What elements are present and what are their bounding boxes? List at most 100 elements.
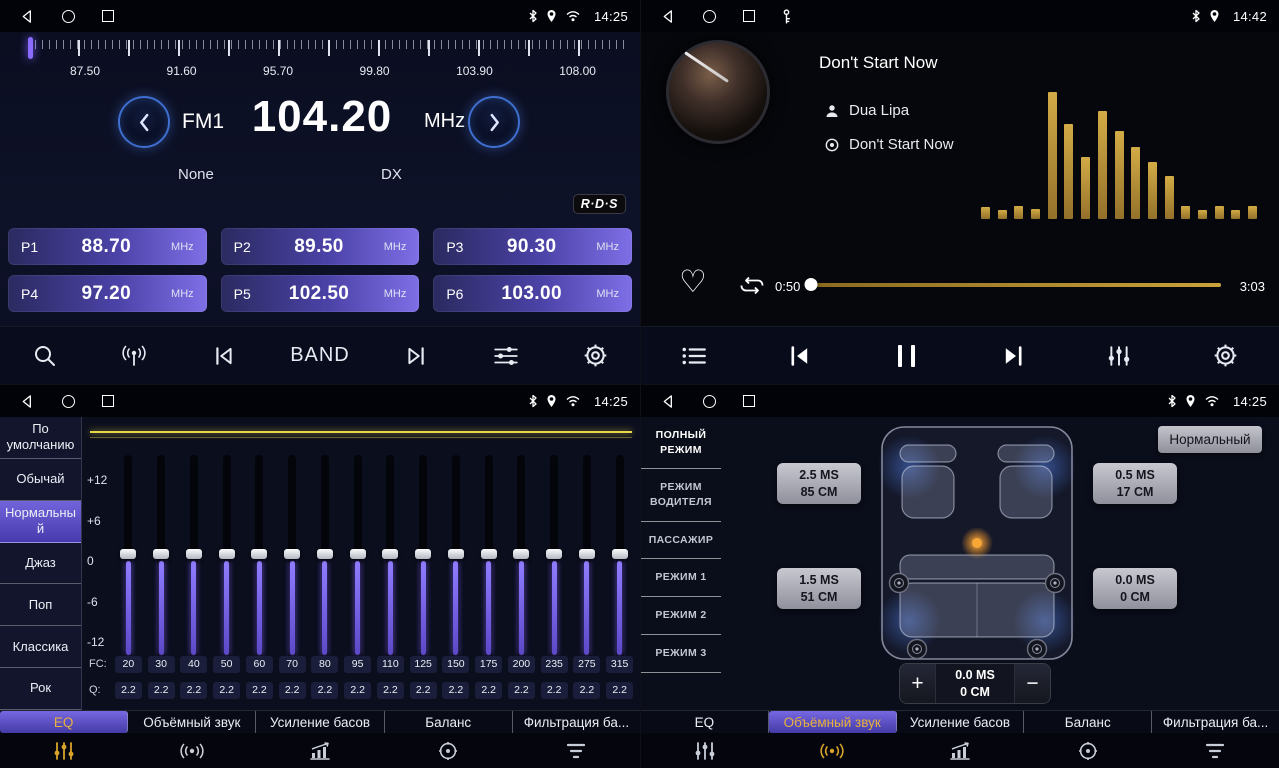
recents-icon[interactable] bbox=[743, 10, 755, 22]
slider-thumb[interactable] bbox=[579, 549, 595, 559]
eq-band-slider[interactable] bbox=[611, 455, 629, 659]
slider-thumb[interactable] bbox=[120, 549, 136, 559]
increase-delay-button[interactable]: + bbox=[900, 664, 936, 703]
recents-icon[interactable] bbox=[102, 395, 114, 407]
eq-band-slider[interactable] bbox=[185, 455, 203, 659]
balance-tab-icon[interactable] bbox=[384, 733, 512, 768]
eq-band-slider[interactable] bbox=[283, 455, 301, 659]
listening-mode-item[interactable]: РЕЖИМ ВОДИТЕЛЯ bbox=[641, 469, 721, 521]
home-icon[interactable] bbox=[62, 395, 75, 408]
preset-button[interactable]: P6 103.00 MHz bbox=[433, 275, 632, 312]
eq-preset-item[interactable]: Классика bbox=[0, 626, 81, 668]
back-icon[interactable] bbox=[20, 9, 35, 24]
next-track-icon[interactable] bbox=[990, 333, 1036, 379]
tuning-indicator[interactable] bbox=[28, 37, 33, 59]
tuning-scale[interactable] bbox=[28, 40, 628, 56]
settings-gear-icon[interactable] bbox=[572, 333, 618, 379]
eq-preset-item[interactable]: Рок bbox=[0, 668, 81, 710]
eq-band-slider[interactable] bbox=[381, 455, 399, 659]
listening-mode-item[interactable]: РЕЖИМ 2 bbox=[641, 597, 721, 635]
eq-band-slider[interactable] bbox=[414, 455, 432, 659]
eq-preset-item[interactable]: Джаз bbox=[0, 543, 81, 585]
previous-track-icon[interactable] bbox=[777, 333, 823, 379]
recents-icon[interactable] bbox=[102, 10, 114, 22]
bass-boost-tab-icon[interactable] bbox=[896, 733, 1024, 768]
eq-band-slider[interactable] bbox=[218, 455, 236, 659]
tab-eq[interactable]: EQ bbox=[641, 711, 769, 733]
next-icon[interactable] bbox=[393, 333, 439, 379]
progress-bar[interactable] bbox=[811, 283, 1221, 287]
eq-sliders-icon[interactable] bbox=[483, 333, 529, 379]
slider-thumb[interactable] bbox=[513, 549, 529, 559]
slider-thumb[interactable] bbox=[251, 549, 267, 559]
playlist-icon[interactable] bbox=[671, 333, 717, 379]
eq-band-slider[interactable] bbox=[512, 455, 530, 659]
decrease-delay-button[interactable]: − bbox=[1014, 664, 1050, 703]
bass-boost-tab-icon[interactable] bbox=[256, 733, 384, 768]
eq-tab-icon[interactable] bbox=[641, 733, 769, 768]
eq-band-slider[interactable] bbox=[119, 455, 137, 659]
tab-eq[interactable]: EQ bbox=[0, 711, 128, 733]
preset-button[interactable]: P2 89.50 MHz bbox=[221, 228, 420, 265]
seek-down-button[interactable] bbox=[118, 96, 170, 148]
surround-tab-icon[interactable] bbox=[128, 733, 256, 768]
rear-left-delay-button[interactable]: 1.5 MS 51 CM bbox=[777, 568, 861, 609]
band-button[interactable]: BAND bbox=[290, 333, 350, 379]
home-icon[interactable] bbox=[703, 10, 716, 23]
listening-mode-item[interactable]: РЕЖИМ 1 bbox=[641, 559, 721, 597]
eq-preset-item[interactable]: По умолчанию bbox=[0, 417, 81, 459]
back-icon[interactable] bbox=[661, 394, 676, 409]
slider-thumb[interactable] bbox=[546, 549, 562, 559]
favorite-heart-icon[interactable]: ♡ bbox=[679, 266, 707, 297]
tab-filter[interactable]: Фильтрация ба... bbox=[1152, 711, 1279, 733]
progress-thumb[interactable] bbox=[805, 278, 818, 291]
slider-thumb[interactable] bbox=[448, 549, 464, 559]
slider-thumb[interactable] bbox=[219, 549, 235, 559]
front-left-delay-button[interactable]: 2.5 MS 85 CM bbox=[777, 463, 861, 504]
slider-thumb[interactable] bbox=[415, 549, 431, 559]
slider-thumb[interactable] bbox=[153, 549, 169, 559]
eq-preset-item[interactable]: Поп bbox=[0, 584, 81, 626]
sound-preset-button[interactable]: Нормальный bbox=[1158, 426, 1262, 453]
search-icon[interactable] bbox=[22, 333, 68, 379]
broadcast-icon[interactable] bbox=[111, 333, 157, 379]
eq-preset-item[interactable]: Нормальный bbox=[0, 501, 81, 543]
settings-gear-icon[interactable] bbox=[1203, 333, 1249, 379]
slider-thumb[interactable] bbox=[481, 549, 497, 559]
repeat-icon[interactable] bbox=[738, 276, 766, 300]
tab-filter[interactable]: Фильтрация ба... bbox=[513, 711, 640, 733]
eq-tab-icon[interactable] bbox=[0, 733, 128, 768]
preset-button[interactable]: P4 97.20 MHz bbox=[8, 275, 207, 312]
slider-thumb[interactable] bbox=[317, 549, 333, 559]
slider-thumb[interactable] bbox=[382, 549, 398, 559]
tab-balance[interactable]: Баланс bbox=[1024, 711, 1152, 733]
eq-band-slider[interactable] bbox=[250, 455, 268, 659]
seek-up-button[interactable] bbox=[468, 96, 520, 148]
slider-thumb[interactable] bbox=[186, 549, 202, 559]
pause-icon[interactable] bbox=[884, 333, 930, 379]
previous-icon[interactable] bbox=[201, 333, 247, 379]
tab-surround[interactable]: Объёмный звук bbox=[128, 711, 256, 733]
eq-band-slider[interactable] bbox=[578, 455, 596, 659]
filter-tab-icon[interactable] bbox=[1151, 733, 1279, 768]
tab-bass-boost[interactable]: Усиление басов bbox=[897, 711, 1025, 733]
listening-mode-item[interactable]: ПАССАЖИР bbox=[641, 522, 721, 560]
slider-thumb[interactable] bbox=[284, 549, 300, 559]
eq-band-slider[interactable] bbox=[545, 455, 563, 659]
home-icon[interactable] bbox=[703, 395, 716, 408]
tab-surround[interactable]: Объёмный звук bbox=[769, 711, 897, 733]
preset-button[interactable]: P5 102.50 MHz bbox=[221, 275, 420, 312]
back-icon[interactable] bbox=[20, 394, 35, 409]
preset-button[interactable]: P1 88.70 MHz bbox=[8, 228, 207, 265]
eq-band-slider[interactable] bbox=[480, 455, 498, 659]
tab-balance[interactable]: Баланс bbox=[385, 711, 513, 733]
eq-band-slider[interactable] bbox=[316, 455, 334, 659]
surround-tab-icon[interactable] bbox=[769, 733, 897, 768]
filter-tab-icon[interactable] bbox=[512, 733, 640, 768]
slider-thumb[interactable] bbox=[612, 549, 628, 559]
listening-mode-item[interactable]: РЕЖИМ 3 bbox=[641, 635, 721, 673]
home-icon[interactable] bbox=[62, 10, 75, 23]
front-right-delay-button[interactable]: 0.5 MS 17 CM bbox=[1093, 463, 1177, 504]
preset-button[interactable]: P3 90.30 MHz bbox=[433, 228, 632, 265]
rear-right-delay-button[interactable]: 0.0 MS 0 CM bbox=[1093, 568, 1177, 609]
